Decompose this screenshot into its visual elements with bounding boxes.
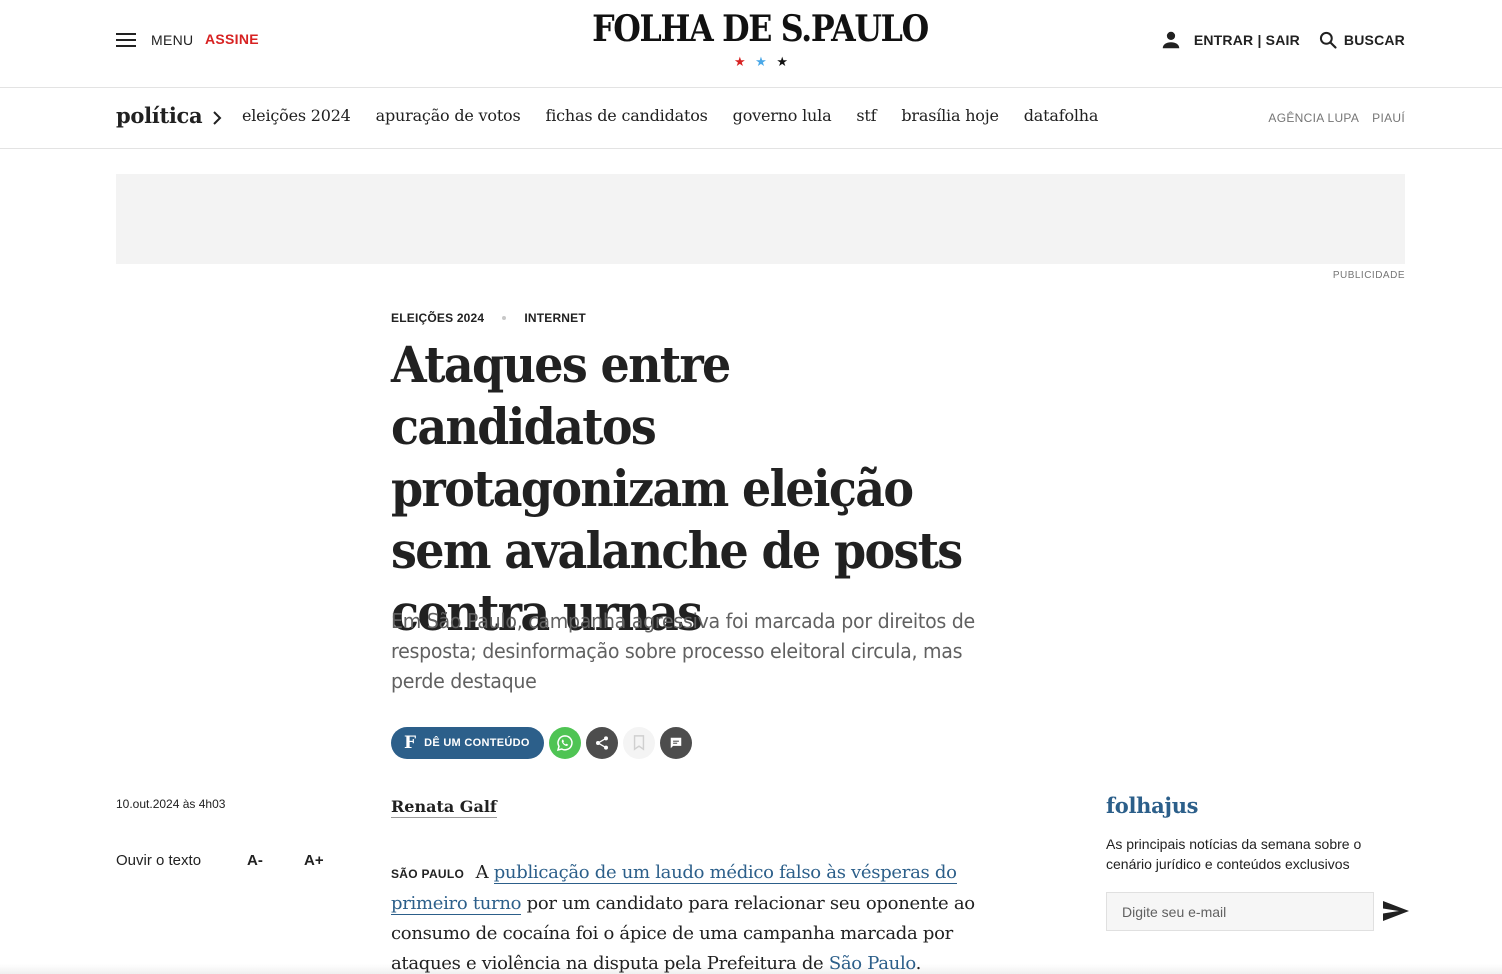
search-button[interactable]: BUSCAR bbox=[1318, 30, 1405, 50]
ad-banner[interactable] bbox=[116, 174, 1405, 264]
gift-content-label: DÊ UM CONTEÚDO bbox=[424, 737, 530, 749]
kicker-link-internet[interactable]: INTERNET bbox=[524, 311, 586, 325]
header-actions: ENTRAR | SAIR BUSCAR bbox=[1160, 29, 1405, 51]
font-decrease-button[interactable]: A- bbox=[247, 852, 263, 869]
article-body-paragraph: SÃO PAULO A publicação de um laudo médic… bbox=[391, 858, 991, 974]
newsletter-email-input[interactable] bbox=[1106, 892, 1374, 931]
comments-button[interactable] bbox=[659, 727, 692, 759]
author-link[interactable]: Renata Galf bbox=[391, 797, 497, 818]
logo-stars: ★ ★ ★ bbox=[734, 54, 788, 70]
star-icon-red: ★ bbox=[734, 54, 746, 69]
comment-icon bbox=[670, 737, 681, 749]
folha-logo[interactable]: FOLHA DE S.PAULO bbox=[584, 8, 936, 50]
kicker-separator bbox=[502, 316, 507, 320]
section-title-link[interactable]: política bbox=[116, 103, 203, 128]
whatsapp-share-button[interactable] bbox=[548, 727, 581, 759]
body-text-1: A bbox=[475, 862, 489, 883]
whatsapp-icon bbox=[556, 735, 573, 752]
top-header: MENU ASSINE FOLHA DE S.PAULO ★ ★ ★ ENTRA… bbox=[0, 0, 1502, 88]
user-icon[interactable] bbox=[1160, 29, 1182, 51]
page-fold-shadow bbox=[0, 964, 1502, 974]
partner-links: AGÊNCIA LUPA PIAUÍ bbox=[1255, 111, 1405, 125]
nav-item-datafolha[interactable]: datafolha bbox=[1024, 106, 1099, 125]
subscribe-link[interactable]: ASSINE bbox=[205, 31, 259, 47]
chevron-right-icon bbox=[213, 111, 222, 125]
nav-item-apuracao-de-votos[interactable]: apuração de votos bbox=[376, 106, 521, 125]
newsletter-title: folhajus bbox=[1106, 793, 1199, 818]
section-nav-items: eleições 2024 apuração de votos fichas d… bbox=[242, 106, 1123, 125]
section-nav: política eleições 2024 apuração de votos… bbox=[0, 88, 1502, 149]
kicker-link-eleicoes[interactable]: ELEIÇÕES 2024 bbox=[391, 311, 484, 325]
nav-item-eleicoes-2024[interactable]: eleições 2024 bbox=[242, 106, 351, 125]
listen-text-button[interactable]: Ouvir o texto bbox=[116, 852, 201, 869]
article-kicker: ELEIÇÕES 2024 INTERNET bbox=[391, 311, 586, 325]
search-icon bbox=[1319, 31, 1337, 49]
gift-content-button[interactable]: F DÊ UM CONTEÚDO bbox=[391, 727, 544, 759]
folha-f-icon: F bbox=[404, 733, 417, 753]
nav-item-stf[interactable]: stf bbox=[856, 106, 876, 125]
share-icon bbox=[595, 736, 608, 750]
nav-item-governo-lula[interactable]: governo lula bbox=[733, 106, 832, 125]
search-label: BUSCAR bbox=[1343, 32, 1405, 48]
newsletter-description: As principais notícias da semana sobre o… bbox=[1106, 836, 1362, 872]
share-button[interactable] bbox=[585, 727, 618, 759]
star-icon-black: ★ bbox=[776, 54, 788, 69]
font-increase-button[interactable]: A+ bbox=[304, 852, 324, 869]
partner-link-agencia-lupa[interactable]: AGÊNCIA LUPA bbox=[1268, 111, 1359, 125]
dateline: SÃO PAULO bbox=[391, 867, 465, 881]
menu-label: MENU bbox=[151, 32, 194, 48]
article-headline: Ataques entre candidatos protagonizam el… bbox=[391, 335, 963, 642]
star-icon-blue: ★ bbox=[755, 54, 767, 69]
partner-link-piaui[interactable]: PIAUÍ bbox=[1372, 111, 1405, 125]
menu-button[interactable]: MENU bbox=[116, 30, 193, 50]
hamburger-icon bbox=[116, 33, 136, 47]
send-icon[interactable] bbox=[1382, 899, 1410, 923]
save-button[interactable] bbox=[622, 727, 655, 759]
publish-date: 10.out.2024 às 4h03 bbox=[116, 797, 226, 811]
ad-label: PUBLICIDADE bbox=[1332, 270, 1405, 281]
nav-item-fichas-de-candidatos[interactable]: fichas de candidatos bbox=[546, 106, 708, 125]
bookmark-icon bbox=[633, 735, 644, 751]
article-subtitle: Em São Paulo, campanha agressiva foi mar… bbox=[391, 609, 975, 693]
login-logout-link[interactable]: ENTRAR | SAIR bbox=[1194, 32, 1300, 48]
nav-item-brasilia-hoje[interactable]: brasília hoje bbox=[901, 106, 999, 125]
share-toolbar: F DÊ UM CONTEÚDO bbox=[391, 727, 692, 759]
